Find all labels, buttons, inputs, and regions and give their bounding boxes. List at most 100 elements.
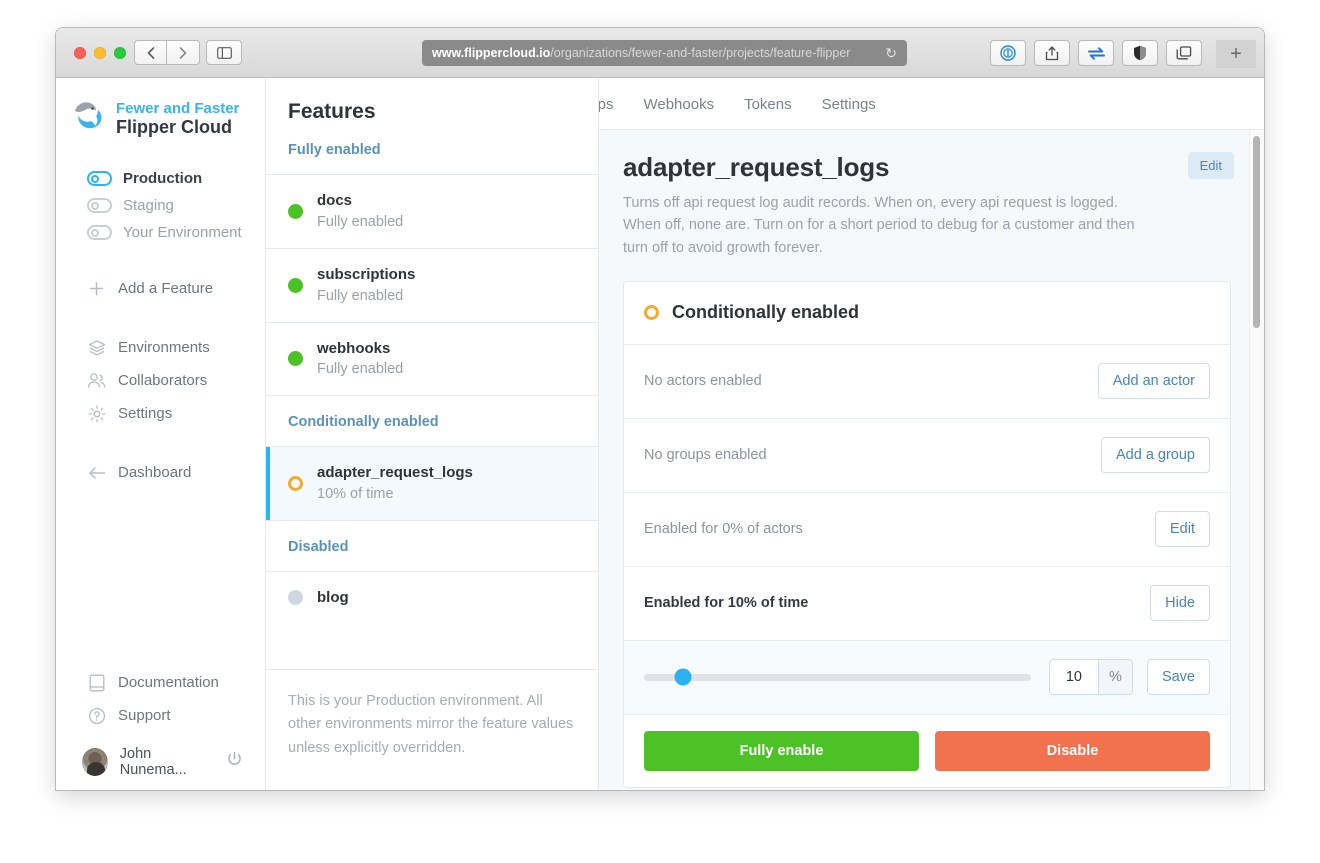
sidebar-item-collaborators[interactable]: Collaborators: [56, 364, 265, 397]
feature-list-item-adapter-request-logs[interactable]: adapter_request_logs 10% of time: [266, 446, 598, 520]
disable-button[interactable]: Disable: [935, 731, 1210, 771]
tabs-overview-icon[interactable]: [1166, 40, 1202, 66]
green-dot-icon: [288, 278, 303, 293]
feature-list-item-docs[interactable]: docs Fully enabled: [266, 174, 598, 248]
orange-ring-icon: [644, 305, 659, 320]
tab-webhooks[interactable]: Webhooks: [643, 96, 714, 129]
navigation-buttons: [134, 40, 200, 65]
sidebar-item-support[interactable]: Support: [56, 699, 265, 732]
percentage-slider-row: 10 % Save: [624, 640, 1230, 714]
slider-thumb[interactable]: [674, 669, 691, 686]
feature-name: blog: [317, 587, 349, 609]
back-button[interactable]: [134, 40, 167, 65]
environment-switcher: Production Staging Your Environment: [56, 165, 265, 246]
fully-enable-button[interactable]: Fully enable: [644, 731, 919, 771]
feature-group-label-conditionally-enabled: Conditionally enabled: [266, 395, 598, 446]
percentage-input[interactable]: 10: [1050, 660, 1098, 694]
add-feature-button[interactable]: Add a Feature: [56, 272, 265, 305]
feature-list-item-subscriptions[interactable]: subscriptions Fully enabled: [266, 248, 598, 322]
status-badge: Conditionally enabled: [672, 302, 859, 323]
feature-group-label-fully-enabled: Fully enabled: [266, 124, 598, 174]
percent-suffix-label: %: [1098, 660, 1132, 694]
share-icon[interactable]: [1034, 40, 1070, 66]
main-content: Features Audit history Actors Groups Web…: [599, 78, 1264, 790]
dolphin-logo: [68, 97, 106, 140]
feature-actions-row: Fully enable Disable: [624, 714, 1230, 787]
sync-arrows-icon[interactable]: [1078, 40, 1114, 66]
feature-name: webhooks: [317, 338, 403, 360]
url-text: www.flippercloud.io/organizations/fewer-…: [432, 46, 879, 60]
sidebar-item-label: Settings: [118, 405, 172, 422]
orange-ring-icon: [288, 476, 303, 491]
user-row[interactable]: John Nunema...: [56, 732, 265, 778]
feature-status: Fully enabled: [317, 212, 403, 233]
feature-list-item-webhooks[interactable]: webhooks Fully enabled: [266, 322, 598, 396]
avatar: [82, 748, 108, 776]
percentage-of-actors-text: Enabled for 0% of actors: [644, 521, 803, 537]
environment-note: This is your Production environment. All…: [266, 669, 598, 790]
sidebar-item-documentation[interactable]: Documentation: [56, 666, 265, 699]
add-an-actor-button[interactable]: Add an actor: [1098, 363, 1210, 399]
groups-row: No groups enabled Add a group: [624, 418, 1230, 492]
scrollbar-thumb[interactable]: [1253, 136, 1260, 328]
close-window-button[interactable]: [74, 47, 86, 59]
green-dot-icon: [288, 351, 303, 366]
add-a-group-button[interactable]: Add a group: [1101, 437, 1210, 473]
sidebar-item-label: Dashboard: [118, 464, 191, 481]
edit-feature-button[interactable]: Edit: [1188, 152, 1234, 179]
percentage-of-time-text: Enabled for 10% of time: [644, 595, 808, 611]
tab-groups[interactable]: Groups: [599, 96, 613, 129]
sidebar-item-label: Environments: [118, 339, 210, 356]
minimize-window-button[interactable]: [94, 47, 106, 59]
feature-detail: adapter_request_logs Turns off api reque…: [599, 130, 1264, 790]
features-header: Features: [266, 78, 598, 124]
reload-icon[interactable]: ↻: [885, 45, 897, 62]
actors-status-text: No actors enabled: [644, 373, 762, 389]
dashboard-block: Dashboard: [56, 456, 265, 489]
toggle-icon: [87, 198, 112, 213]
feature-group-label-disabled: Disabled: [266, 520, 598, 571]
features-list-panel: Features Fully enabled docs Fully enable…: [266, 78, 599, 790]
feature-status: Fully enabled: [317, 286, 415, 307]
green-dot-icon: [288, 204, 303, 219]
percentage-slider[interactable]: [644, 674, 1031, 681]
new-tab-button[interactable]: +: [1216, 40, 1256, 68]
hide-percentage-of-time-button[interactable]: Hide: [1150, 585, 1210, 621]
user-name: John Nunema...: [120, 746, 214, 778]
sidebar-item-settings[interactable]: Settings: [56, 397, 265, 430]
tab-settings[interactable]: Settings: [822, 96, 876, 129]
tab-tokens[interactable]: Tokens: [744, 96, 792, 129]
environment-item-production[interactable]: Production: [56, 165, 265, 192]
save-percentage-button[interactable]: Save: [1147, 659, 1210, 695]
toggle-icon: [87, 171, 112, 186]
maximize-window-button[interactable]: [114, 47, 126, 59]
groups-status-text: No groups enabled: [644, 447, 767, 463]
status-row: Conditionally enabled: [624, 282, 1230, 344]
power-icon[interactable]: [226, 751, 243, 773]
add-feature-block: Add a Feature: [56, 272, 265, 305]
sidebar-item-dashboard[interactable]: Dashboard: [56, 456, 265, 489]
sidebar-toggle-button[interactable]: [206, 40, 242, 65]
brand-block[interactable]: Fewer and Faster Flipper Cloud: [56, 78, 265, 140]
environment-item-staging[interactable]: Staging: [56, 192, 265, 219]
brand-org: Fewer and Faster: [116, 100, 239, 117]
add-feature-label: Add a Feature: [118, 280, 213, 297]
feature-detail-header: adapter_request_logs Turns off api reque…: [623, 152, 1234, 259]
percentage-of-actors-row: Enabled for 0% of actors Edit: [624, 492, 1230, 566]
feature-list-item-blog[interactable]: blog: [266, 571, 598, 624]
sidebar-item-environments[interactable]: Environments: [56, 331, 265, 364]
forward-button[interactable]: [167, 40, 200, 65]
environment-item-your-environment[interactable]: Your Environment: [56, 219, 265, 246]
onepassword-icon[interactable]: [990, 40, 1026, 66]
gray-dot-icon: [288, 590, 303, 605]
people-icon: [87, 371, 106, 390]
address-bar[interactable]: www.flippercloud.io/organizations/fewer-…: [422, 40, 907, 66]
feature-status: 10% of time: [317, 484, 473, 505]
actors-row: No actors enabled Add an actor: [624, 344, 1230, 418]
environment-label: Your Environment: [123, 224, 242, 241]
shield-icon[interactable]: [1122, 40, 1158, 66]
edit-percentage-of-actors-button[interactable]: Edit: [1155, 511, 1210, 547]
page-body: Fewer and Faster Flipper Cloud Productio…: [56, 78, 1264, 790]
environment-label: Staging: [123, 197, 174, 214]
main-scrollbar[interactable]: [1249, 130, 1262, 790]
